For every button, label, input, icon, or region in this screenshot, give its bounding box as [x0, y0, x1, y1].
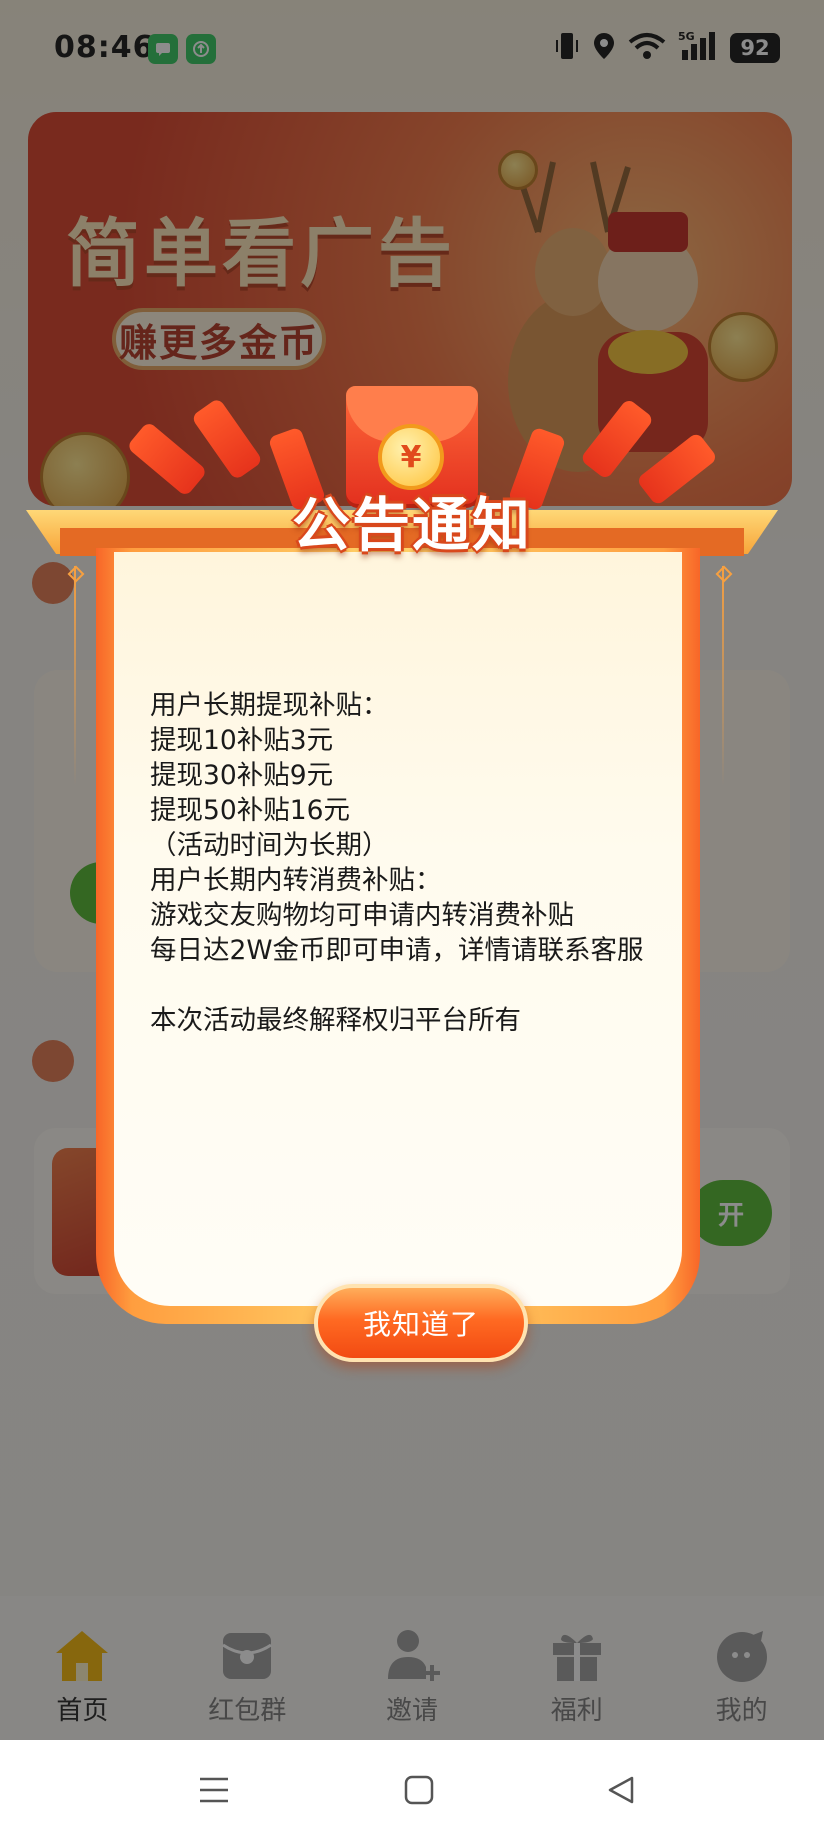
notice-body: 用户长期提现补贴： 提现10补贴3元 提现30补贴9元 提现50补贴16元 （活…: [150, 688, 710, 1038]
notice-line: 用户长期内转消费补贴：: [150, 865, 442, 896]
ribbon-decor: [635, 431, 719, 507]
notice-line: 用户长期提现补贴：: [150, 690, 389, 721]
menu-icon[interactable]: [192, 1768, 236, 1812]
confirm-button[interactable]: 我知道了: [314, 1284, 528, 1362]
system-nav-bar: [0, 1740, 824, 1840]
notice-line: 每日达2W金币即可申请，详情请联系客服: [150, 935, 644, 966]
notice-dialog: ¥ 公告通知 用户长期提现补贴： 提现10补贴3元 提现30补贴9元 提现50补…: [0, 0, 824, 1740]
notice-line: 游戏交友购物均可申请内转消费补贴: [150, 900, 574, 931]
ribbon-decor: [579, 397, 655, 481]
ribbon-decor: [126, 420, 208, 498]
back-triangle-icon[interactable]: [600, 1768, 644, 1812]
left-decor-line: [74, 566, 76, 786]
notice-line: 提现30补贴9元: [150, 760, 334, 791]
home-square-icon[interactable]: [397, 1768, 441, 1812]
notice-line: 提现50补贴16元: [150, 795, 350, 826]
dialog-title: 公告通知: [291, 491, 532, 559]
notice-line: [150, 968, 710, 1003]
notice-line: 本次活动最终解释权归平台所有: [150, 1005, 521, 1036]
notice-line: 提现10补贴3元: [150, 725, 334, 756]
right-diamond-decor: [715, 565, 733, 583]
right-decor-line: [722, 566, 724, 786]
left-diamond-decor: [67, 565, 85, 583]
notice-line: （活动时间为长期）: [150, 830, 389, 861]
